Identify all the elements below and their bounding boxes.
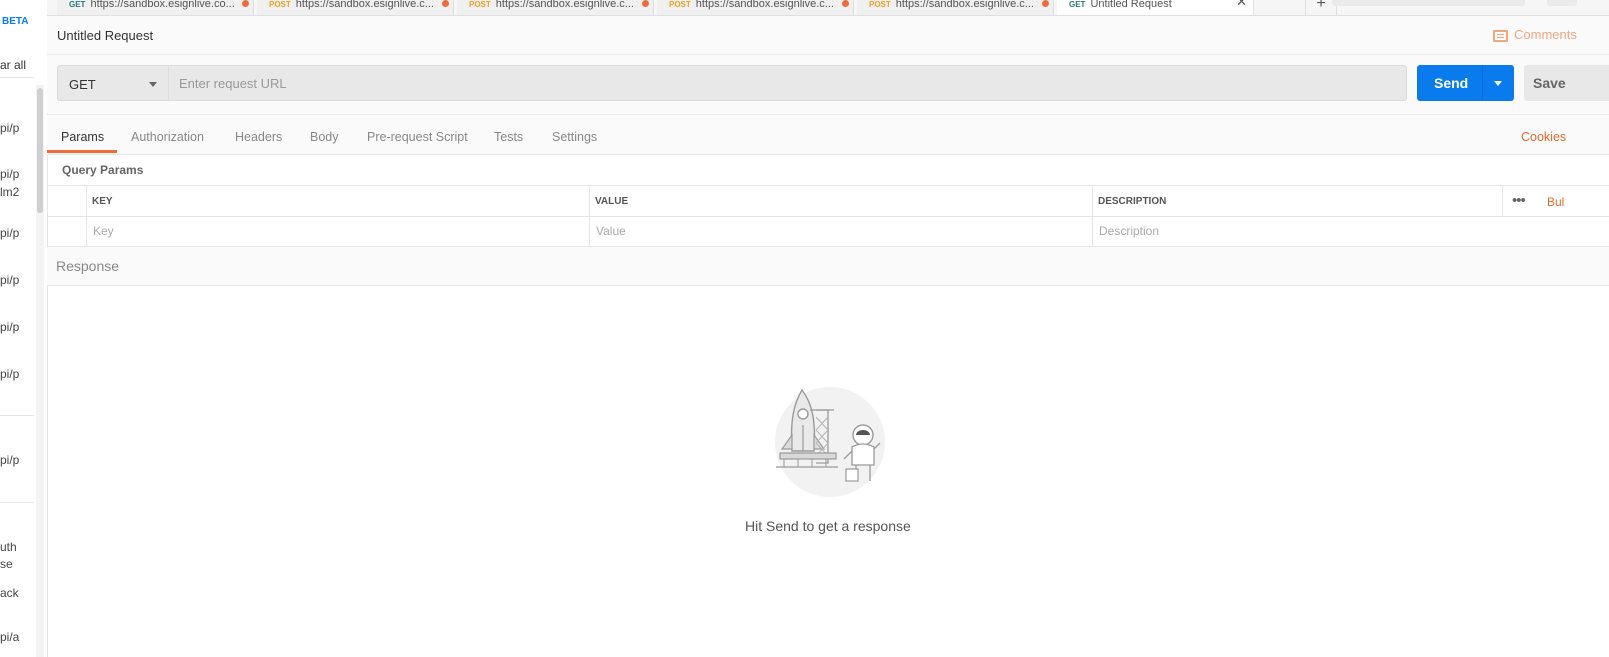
tab-body[interactable]: Body — [310, 130, 339, 144]
history-item[interactable]: pi/p — [0, 226, 19, 240]
params-table: KEY VALUE DESCRIPTION ••• Bul Key Value … — [47, 185, 1609, 247]
row-checkbox-cell — [47, 216, 87, 246]
url-input[interactable] — [169, 66, 1389, 100]
environment-select[interactable] — [1332, 0, 1525, 6]
chevron-down-icon — [149, 82, 157, 87]
tab-method: POST — [669, 0, 691, 9]
send-divider — [1482, 65, 1483, 101]
history-item[interactable]: pi/p — [0, 273, 19, 287]
save-button[interactable]: Save — [1524, 65, 1609, 101]
send-button[interactable]: Send — [1417, 65, 1514, 101]
unsaved-dot-icon — [642, 0, 649, 7]
beta-badge: BETA — [2, 16, 29, 27]
unsaved-dot-icon — [242, 0, 249, 7]
save-label: Save — [1533, 75, 1566, 91]
request-tab-bar: GET https://sandbox.esignlive.co... POST h… — [47, 0, 1609, 16]
request-tab[interactable]: POST https://sandbox.esignlive.c... — [857, 0, 1054, 15]
request-tab[interactable]: POST https://sandbox.esignlive.c... — [457, 0, 654, 15]
tab-title: Untitled Request — [1090, 0, 1172, 10]
request-subtabs: Params Authorization Headers Body Pre-re… — [47, 114, 1609, 155]
request-tab-active[interactable]: GET Untitled Request ✕ — [1057, 0, 1254, 15]
method-select[interactable]: GET — [57, 65, 169, 101]
history-item[interactable]: pi/p — [0, 453, 19, 467]
response-header: Response — [47, 247, 1609, 286]
table-row: Key Value Description — [47, 216, 1609, 247]
sidebar-divider — [0, 502, 34, 503]
history-item[interactable]: pi/p — [0, 121, 19, 135]
more-options-icon[interactable]: ••• — [1512, 192, 1526, 209]
environment-quick-look-button[interactable] — [1547, 0, 1577, 6]
comments-button[interactable]: Comments — [1493, 27, 1577, 42]
comments-label: Comments — [1514, 27, 1577, 42]
column-header: DESCRIPTION — [1098, 196, 1167, 207]
tab-url: https://sandbox.esignlive.c... — [695, 0, 834, 10]
key-input[interactable]: Key — [87, 216, 590, 246]
description-input[interactable]: Description — [1093, 216, 1609, 246]
send-label: Send — [1434, 75, 1469, 91]
table-header-row: KEY VALUE DESCRIPTION ••• Bul — [47, 186, 1609, 217]
request-tab[interactable]: POST https://sandbox.esignlive.c... — [257, 0, 454, 15]
tab-url: https://sandbox.esignlive.c... — [895, 0, 1034, 10]
history-item[interactable]: uth — [0, 540, 17, 554]
request-title-row: Untitled Request Comments — [47, 16, 1609, 55]
tab-method: GET — [69, 0, 86, 9]
history-item-line[interactable]: lm2 — [0, 185, 19, 199]
url-row: GET Send Save — [47, 55, 1609, 113]
description-column-header: DESCRIPTION — [1093, 186, 1503, 216]
sidebar-divider — [0, 415, 34, 416]
rocket-astronaut-illustration — [775, 387, 885, 497]
method-value: GET — [69, 77, 96, 92]
cookies-link[interactable]: Cookies — [1521, 130, 1566, 144]
value-input[interactable]: Value — [590, 216, 1093, 246]
response-title: Response — [56, 258, 120, 274]
history-item[interactable]: pi/p — [0, 367, 19, 381]
checkbox-column — [47, 186, 87, 216]
unsaved-dot-icon — [1042, 0, 1049, 7]
history-item[interactable]: pi/p — [0, 167, 19, 181]
tab-url: https://sandbox.esignlive.co... — [90, 0, 235, 10]
tab-headers[interactable]: Headers — [235, 130, 282, 144]
tab-authorization[interactable]: Authorization — [131, 130, 204, 144]
tab-settings[interactable]: Settings — [552, 130, 597, 144]
tab-url: https://sandbox.esignlive.c... — [495, 0, 634, 10]
sidebar-divider — [0, 77, 34, 78]
request-tab[interactable]: POST https://sandbox.esignlive.c... — [657, 0, 854, 15]
url-field — [169, 65, 1407, 101]
clear-all-link[interactable]: ar all — [0, 58, 26, 72]
tab-params[interactable]: Params — [61, 130, 104, 144]
request-tab[interactable]: GET https://sandbox.esignlive.co... — [57, 0, 254, 15]
key-placeholder: Key — [93, 224, 114, 238]
close-tab-icon[interactable]: ✕ — [1236, 0, 1247, 8]
tab-url: https://sandbox.esignlive.c... — [295, 0, 434, 10]
history-item[interactable]: pi/p — [0, 320, 19, 334]
bulk-edit-link[interactable]: Bul — [1547, 195, 1564, 209]
key-column-header: KEY — [87, 186, 590, 216]
query-params-title: Query Params — [62, 163, 144, 177]
tab-pre-request-script[interactable]: Pre-request Script — [367, 130, 468, 144]
send-dropdown-icon[interactable] — [1494, 81, 1502, 86]
active-tab-indicator — [47, 150, 117, 153]
history-item-line[interactable]: se — [0, 557, 13, 571]
comment-icon — [1493, 29, 1508, 42]
sidebar: BETA ar all pi/p pi/p lm2 pi/p pi/p pi/p… — [0, 0, 48, 657]
value-column-header: VALUE — [590, 186, 1093, 216]
tab-method: POST — [469, 0, 491, 9]
tab-method: GET — [1069, 0, 1086, 9]
column-header: KEY — [92, 196, 113, 207]
sidebar-scrollbar[interactable] — [37, 88, 43, 213]
tab-tests[interactable]: Tests — [494, 130, 523, 144]
tab-method: POST — [869, 0, 891, 9]
tab-method: POST — [269, 0, 291, 9]
unsaved-dot-icon — [442, 0, 449, 7]
history-item[interactable]: pi/a — [0, 630, 19, 644]
response-hint: Hit Send to get a response — [745, 518, 911, 534]
description-placeholder: Description — [1099, 224, 1160, 238]
request-title[interactable]: Untitled Request — [57, 28, 153, 43]
value-placeholder: Value — [596, 224, 626, 238]
history-item[interactable]: ack — [0, 586, 19, 600]
unsaved-dot-icon — [842, 0, 849, 7]
column-header: VALUE — [595, 196, 629, 207]
